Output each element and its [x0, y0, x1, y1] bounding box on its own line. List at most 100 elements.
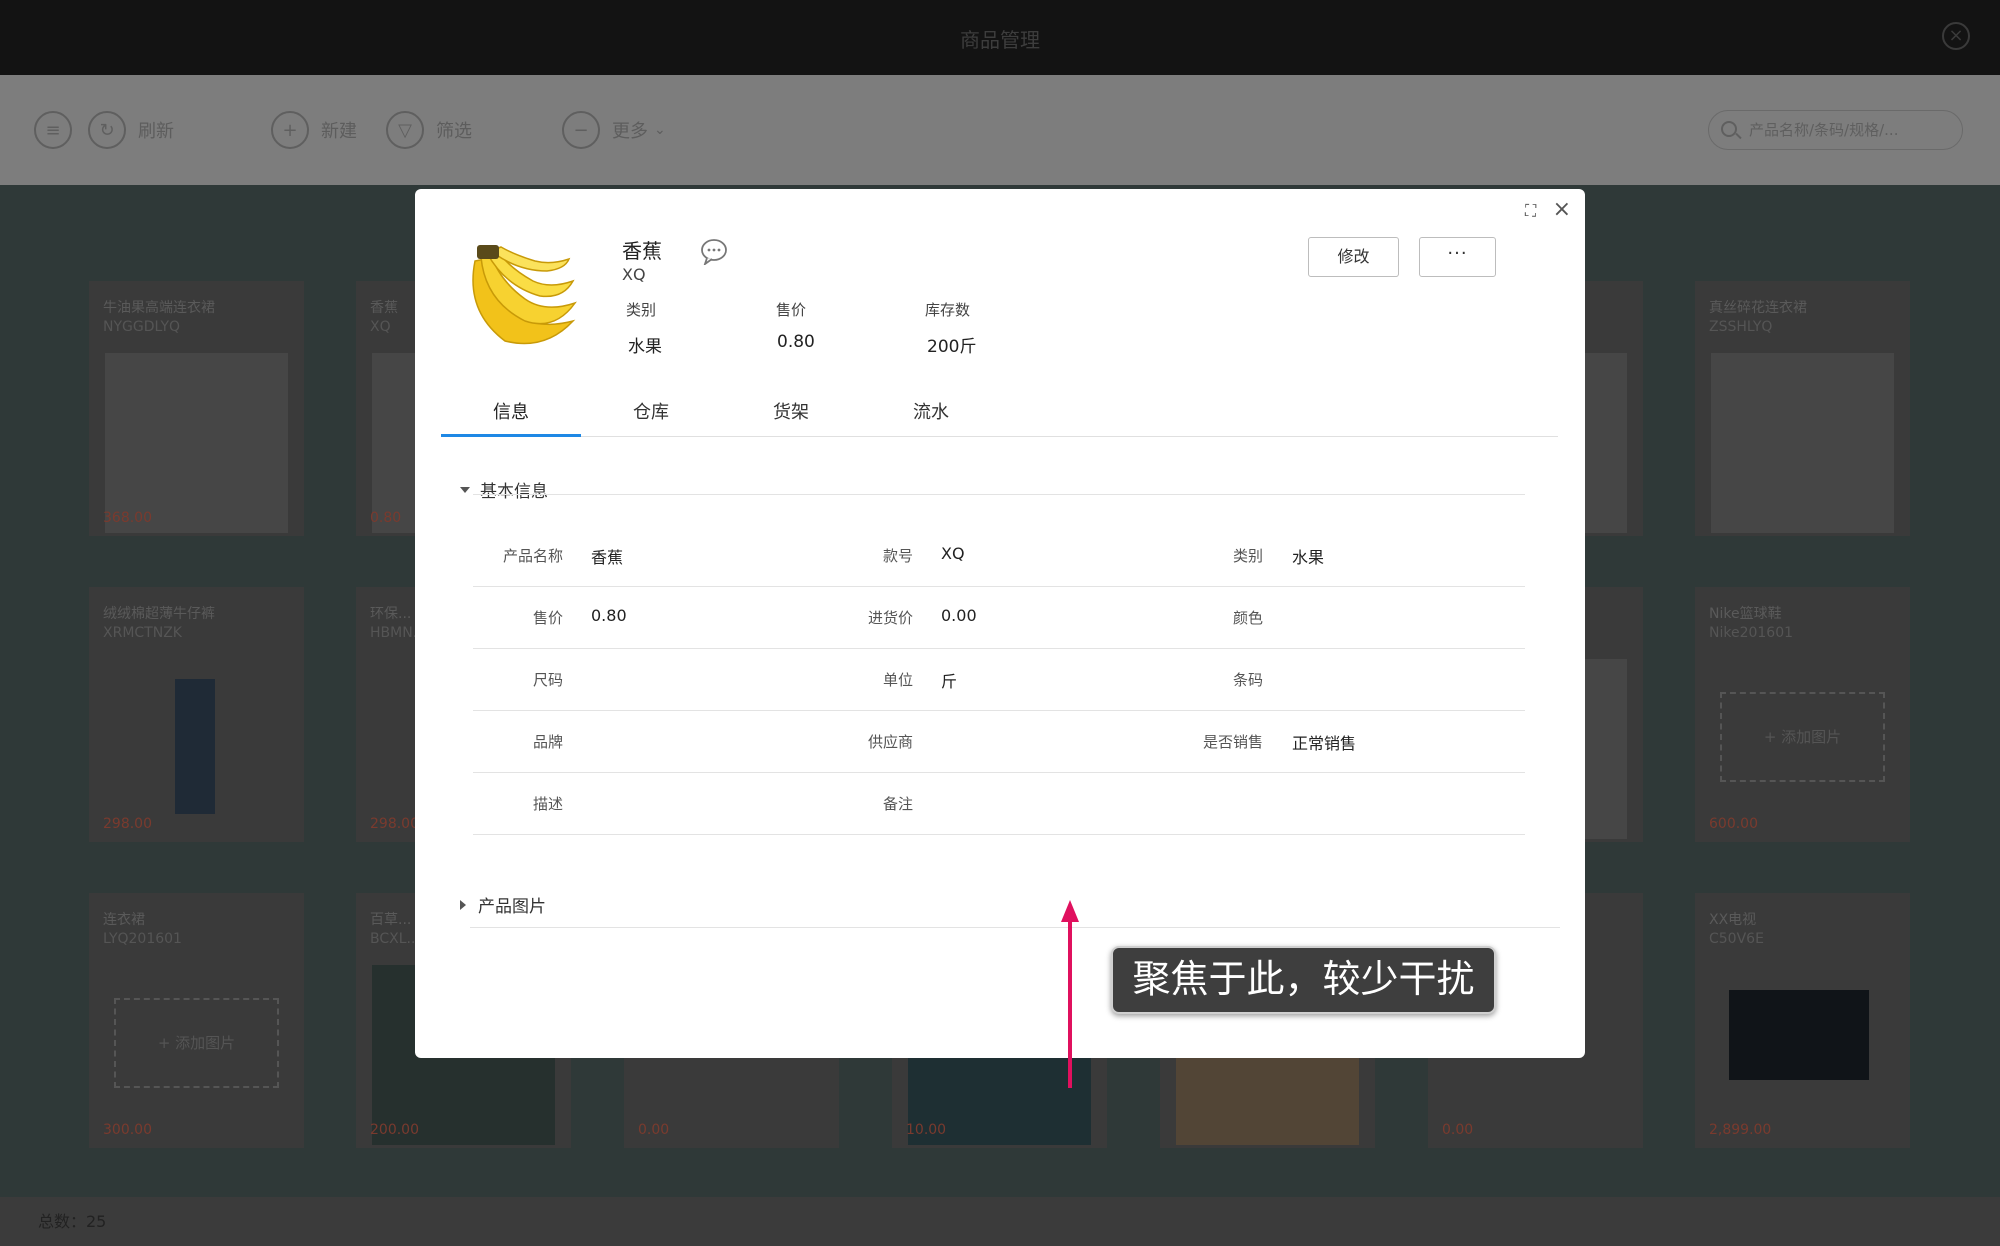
- expand-icon[interactable]: ⛶: [1525, 201, 1543, 220]
- field-value: 水果: [1292, 548, 1325, 567]
- stat-value-category: 水果: [628, 337, 662, 357]
- card-name: XX电视: [1709, 912, 1757, 928]
- product-card[interactable]: 绒绒棉超薄牛仔裤 XRMCTNZK 298.00: [89, 587, 304, 842]
- new-label: 新建: [321, 121, 357, 142]
- product-card[interactable]: 真丝碎花连衣裙 ZSSHLYQ: [1695, 281, 1910, 536]
- card-code: BCXL...: [370, 931, 420, 947]
- tab-info[interactable]: 信息: [441, 399, 581, 437]
- search-input[interactable]: 产品名称/条码/规格/...: [1708, 110, 1963, 150]
- section-product-images[interactable]: 产品图片: [460, 892, 546, 917]
- product-image: [472, 245, 577, 345]
- new-button[interactable]: + 新建: [271, 110, 357, 150]
- info-row: 品牌 供应商 是否销售 正常销售: [473, 711, 1525, 773]
- card-name: 牛油果高端连衣裙: [103, 300, 215, 316]
- field-label: 是否销售: [1202, 733, 1263, 751]
- card-name: 香蕉: [370, 300, 398, 316]
- stat-label-category: 类别: [626, 301, 657, 319]
- card-image: [105, 659, 288, 839]
- title-bar: 商品管理 ×: [0, 0, 2000, 75]
- field-label: 类别: [1232, 547, 1263, 565]
- add-image-button[interactable]: + 添加图片: [114, 998, 279, 1088]
- product-card[interactable]: XX电视 C50V6E 2,899.00: [1695, 893, 1910, 1148]
- add-image-button[interactable]: + 添加图片: [1720, 692, 1885, 782]
- more-options-button[interactable]: ···: [1419, 237, 1496, 277]
- card-price: 300.00: [103, 1122, 152, 1138]
- product-name: 香蕉: [622, 239, 662, 263]
- card-price: 200.00: [370, 1122, 419, 1138]
- card-image: [1711, 353, 1894, 533]
- field-value: 0.00: [941, 606, 977, 625]
- info-row: 产品名称 香蕉 款号 XQ 类别 水果: [473, 525, 1525, 587]
- close-icon[interactable]: ×: [1553, 197, 1571, 222]
- card-name: 连衣裙: [103, 912, 145, 928]
- field-value: XQ: [941, 544, 965, 563]
- chat-icon[interactable]: [699, 237, 729, 265]
- close-icon[interactable]: ×: [1942, 22, 1970, 50]
- filter-button[interactable]: ▽ 筛选: [386, 110, 472, 150]
- filter-icon: ▽: [386, 111, 424, 149]
- menu-button[interactable]: ≡: [34, 110, 84, 150]
- refresh-icon: ↻: [88, 111, 126, 149]
- card-image: [1711, 965, 1894, 1145]
- chevron-down-icon: ⌄: [654, 122, 666, 138]
- field-value: 香蕉: [591, 548, 624, 567]
- field-label: 单位: [882, 671, 913, 689]
- product-card[interactable]: Nike篮球鞋 Nike201601 + 添加图片 600.00: [1695, 587, 1910, 842]
- card-code: Nike201601: [1709, 625, 1794, 641]
- card-price: 10.00: [906, 1122, 947, 1138]
- card-price: 368.00: [103, 510, 152, 526]
- product-code: XQ: [622, 265, 646, 284]
- field-value: 0.80: [591, 606, 627, 625]
- card-price: 0.00: [638, 1122, 670, 1138]
- card-code: ZSSHLYQ: [1709, 319, 1773, 335]
- card-price: 298.00: [370, 816, 419, 832]
- field-value: 斤: [941, 672, 958, 691]
- tab-transactions[interactable]: 流水: [861, 399, 1001, 437]
- stat-label-stock: 库存数: [925, 301, 971, 319]
- app-title: 商品管理: [960, 28, 1040, 52]
- info-row: 尺码 单位 斤 条码: [473, 649, 1525, 711]
- footer-total: 总数：25: [0, 1197, 2000, 1246]
- jeans-image: [175, 679, 215, 814]
- tab-warehouse[interactable]: 仓库: [581, 399, 721, 437]
- more-icon: −: [562, 111, 600, 149]
- field-label: 款号: [882, 547, 913, 565]
- field-value: 正常销售: [1292, 734, 1357, 753]
- plus-icon: +: [271, 111, 309, 149]
- annotation-arrow-icon: [1061, 900, 1079, 1088]
- annotation-callout: 聚焦于此，较少干扰: [1111, 946, 1496, 1014]
- refresh-label: 刷新: [138, 121, 174, 142]
- field-label: 供应商: [867, 733, 913, 751]
- section-images-title: 产品图片: [478, 897, 546, 917]
- card-price: 0.80: [370, 510, 402, 526]
- stat-label-price: 售价: [776, 301, 807, 319]
- product-card[interactable]: 牛油果高端连衣裙 NYGGDLYQ 368.00: [89, 281, 304, 536]
- card-code: LYQ201601: [103, 931, 182, 947]
- more-button[interactable]: − 更多 ⌄: [562, 110, 666, 150]
- stat-value-stock: 200斤: [927, 337, 977, 357]
- caret-down-icon: [460, 486, 470, 493]
- field-label: 条码: [1232, 671, 1263, 689]
- refresh-button[interactable]: ↻ 刷新: [88, 110, 174, 150]
- card-name: 真丝碎花连衣裙: [1709, 300, 1807, 316]
- edit-button[interactable]: 修改: [1308, 237, 1399, 277]
- card-code: C50V6E: [1709, 931, 1764, 947]
- product-card[interactable]: 连衣裙 LYQ201601 + 添加图片 300.00: [89, 893, 304, 1148]
- card-price: 0.00: [1442, 1122, 1474, 1138]
- tab-shelf[interactable]: 货架: [721, 399, 861, 437]
- card-code: XRMCTNZK: [103, 625, 182, 641]
- tv-image: [1729, 990, 1869, 1080]
- card-name: Nike篮球鞋: [1709, 606, 1782, 622]
- card-name: 绒绒棉超薄牛仔裤: [103, 606, 215, 622]
- field-label: 描述: [532, 795, 563, 813]
- search-placeholder: 产品名称/条码/规格/...: [1749, 121, 1899, 139]
- info-row: 售价 0.80 进货价 0.00 颜色: [473, 587, 1525, 649]
- stat-value-price: 0.80: [777, 332, 815, 352]
- field-label: 产品名称: [502, 547, 563, 565]
- card-name: 百草...: [370, 912, 412, 928]
- card-price: 298.00: [103, 816, 152, 832]
- card-price: 2,899.00: [1709, 1122, 1772, 1138]
- product-detail-dialog: ⛶ × 香蕉 XQ 类别 水果 售价 0.80 库存数 200斤 修改 ··· …: [415, 189, 1585, 1058]
- detail-tabs: 信息 仓库 货架 流水: [441, 399, 1558, 437]
- menu-icon: ≡: [34, 111, 72, 149]
